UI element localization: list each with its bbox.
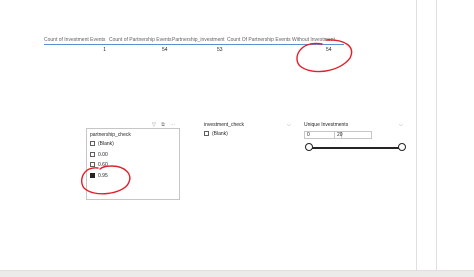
- checkbox[interactable]: [90, 162, 95, 167]
- table-cell: 53: [217, 47, 223, 53]
- checkbox-checked[interactable]: [90, 172, 95, 178]
- table-cell: 54: [326, 47, 332, 53]
- slicer-item-0-00[interactable]: 0.00: [90, 150, 170, 161]
- slicer-item-blank[interactable]: (Blank): [90, 139, 170, 150]
- slicer-item-label: (Blank): [212, 131, 228, 137]
- chevron-down-icon[interactable]: ⌵: [399, 122, 403, 128]
- slicer-item-label: 0.60: [98, 162, 108, 168]
- range-max-input[interactable]: 20: [334, 131, 372, 139]
- range-min-thumb[interactable]: [305, 143, 313, 151]
- more-options-icon[interactable]: ⋯: [170, 122, 177, 128]
- page-divider-left: [416, 0, 417, 277]
- partnership-slicer: partnership_check (Blank) 0.00 0.60 0.95: [90, 131, 170, 181]
- slicer-header-icons: ▽ ⧉ ⋯: [152, 122, 177, 128]
- page-divider-right: [436, 0, 437, 277]
- slicer-title: Unique Investments: [304, 122, 349, 128]
- chevron-down-icon[interactable]: ⌵: [287, 122, 291, 128]
- report-canvas: Count of Investment Events Count of Part…: [0, 0, 474, 277]
- table-cell: 1: [103, 47, 106, 53]
- checkbox[interactable]: [90, 151, 95, 157]
- slicer-title: investment_check: [204, 122, 245, 128]
- range-slicer: Unique Investments: [304, 121, 404, 129]
- page-tabs-bar: [0, 270, 474, 277]
- slicer-item-0-60[interactable]: 0.60: [90, 160, 170, 171]
- table-cell: 54: [162, 47, 168, 53]
- range-max-value: 20: [337, 132, 343, 138]
- checkbox[interactable]: [90, 141, 95, 146]
- header-underline: [44, 44, 344, 45]
- slicer-item-0-95[interactable]: 0.95: [90, 171, 170, 182]
- investment-slicer: investment_check (Blank): [204, 121, 284, 140]
- range-max-thumb[interactable]: [398, 143, 406, 151]
- slicer-title: partnership_check: [90, 132, 131, 138]
- checkbox[interactable]: [204, 131, 209, 136]
- slicer-item-label: 0.00: [98, 151, 108, 158]
- slicer-item-blank[interactable]: (Blank): [204, 129, 284, 140]
- filter-icon[interactable]: ▽: [152, 122, 158, 128]
- focus-mode-icon[interactable]: ⧉: [161, 122, 167, 128]
- slicer-item-label: 0.95: [98, 172, 108, 179]
- slicer-item-label: (Blank): [98, 141, 114, 147]
- range-track[interactable]: [309, 147, 403, 149]
